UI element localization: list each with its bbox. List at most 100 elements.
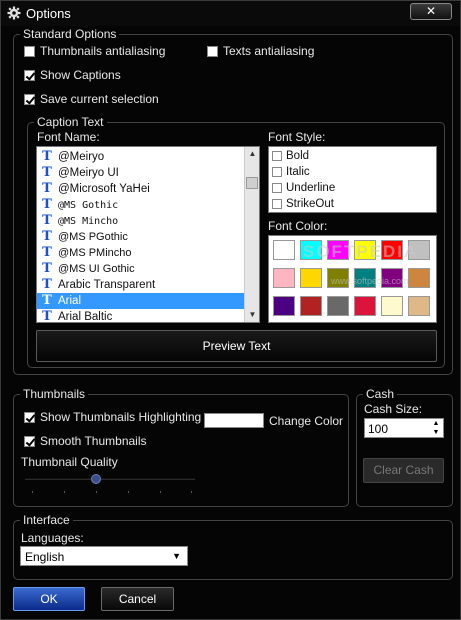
thumbnail-quality-track[interactable] [25, 478, 195, 480]
checkbox-box[interactable] [24, 69, 35, 81]
truetype-icon: T [42, 309, 52, 323]
show-captions-checkbox[interactable]: Show Captions [24, 68, 121, 82]
color-swatch[interactable] [273, 240, 295, 260]
slider-tick [160, 491, 161, 493]
list-item[interactable]: T @Microsoft YaHei [37, 181, 259, 197]
show-highlighting-checkbox[interactable]: Show Thumbnails Highlighting [24, 410, 201, 424]
font-style-list[interactable]: Bold Italic Underline StrikeOut [268, 146, 437, 213]
window-title: Options [26, 6, 71, 21]
list-item[interactable]: Underline [269, 180, 436, 196]
style-item-label: Bold [286, 150, 310, 162]
cash-size-spinner[interactable]: 100 ▲ ▼ [364, 418, 444, 438]
checkbox-box[interactable] [272, 151, 282, 161]
softpedia-watermark: SOFTPEDIA [303, 242, 419, 261]
list-item[interactable]: Italic [269, 164, 436, 180]
language-select[interactable]: English ▼ [20, 546, 188, 566]
font-item-label: @Meiryo UI [58, 167, 119, 179]
smooth-thumbnails-label: Smooth Thumbnails [40, 434, 147, 448]
list-item[interactable]: T @Meiryo UI [37, 165, 259, 181]
font-item-label: @MS Gothic [58, 199, 119, 211]
checkbox-box[interactable] [272, 183, 282, 193]
list-item[interactable]: T @MS UI Gothic [37, 261, 259, 277]
checkbox-box[interactable] [24, 411, 35, 423]
list-item[interactable]: StrikeOut [269, 196, 436, 212]
preview-text-button[interactable]: Preview Text [36, 330, 437, 362]
color-swatch[interactable] [300, 296, 322, 316]
checkbox-box[interactable] [272, 167, 282, 177]
thumbnails-antialiasing-checkbox[interactable]: Thumbnails antialiasing [24, 44, 165, 58]
checkbox-box[interactable] [272, 199, 282, 209]
checkbox-box[interactable] [24, 435, 35, 447]
font-style-label: Font Style: [268, 130, 326, 144]
slider-tick [191, 491, 192, 493]
slider-tick [128, 491, 129, 493]
color-swatch[interactable] [354, 296, 376, 316]
clear-cash-button[interactable]: Clear Cash [363, 458, 444, 483]
color-swatch[interactable] [408, 268, 430, 288]
texts-antialiasing-checkbox[interactable]: Texts antialiasing [207, 44, 314, 58]
thumbnail-quality-thumb[interactable] [91, 474, 101, 484]
font-item-label: @MS PMincho [58, 247, 132, 259]
list-item[interactable]: T @MS PMincho [37, 245, 259, 261]
close-button[interactable]: ✕ [410, 3, 452, 20]
checkbox-box[interactable] [24, 45, 35, 57]
highlight-color-swatch[interactable] [204, 413, 264, 428]
font-name-list[interactable]: T @Meiryo T @Meiryo UI T @Microsoft YaHei T… [36, 146, 260, 323]
list-item[interactable]: Bold [269, 148, 436, 164]
caption-text-title: Caption Text [34, 115, 107, 129]
style-item-label: Italic [286, 166, 310, 178]
show-captions-label: Show Captions [40, 68, 121, 82]
change-color-link[interactable]: Change Color [269, 414, 343, 428]
scroll-down-icon[interactable]: ▼ [245, 308, 259, 322]
truetype-icon: T [42, 245, 52, 260]
ok-button[interactable]: OK [13, 587, 85, 611]
color-swatch[interactable] [327, 296, 349, 316]
font-color-grid[interactable]: SOFTPEDIA www.softpedia.com [268, 235, 437, 323]
gear-icon [7, 6, 21, 20]
checkbox-box[interactable] [24, 93, 35, 105]
list-item[interactable]: T @MS PGothic [37, 229, 259, 245]
spin-up-icon[interactable]: ▲ [431, 420, 441, 428]
texts-antialiasing-label: Texts antialiasing [223, 44, 315, 58]
color-swatch[interactable] [273, 268, 295, 288]
list-item[interactable]: T @MS Mincho [37, 213, 259, 229]
cash-size-value[interactable]: 100 [368, 422, 388, 436]
font-list-scrollbar[interactable]: ▲ ▼ [244, 147, 259, 322]
smooth-thumbnails-checkbox[interactable]: Smooth Thumbnails [24, 434, 147, 448]
truetype-icon: T [42, 213, 52, 228]
scrollbar-thumb[interactable] [246, 177, 258, 189]
list-item[interactable]: T @MS Gothic [37, 197, 259, 213]
font-item-label: Arial Baltic [58, 311, 113, 323]
softpedia-watermark-url: www.softpedia.com [331, 276, 409, 286]
font-item-label: @MS Mincho [58, 215, 119, 227]
checkbox-box[interactable] [207, 45, 218, 57]
truetype-icon: T [42, 261, 52, 276]
color-swatch[interactable] [381, 296, 403, 316]
cancel-button[interactable]: Cancel [101, 587, 174, 611]
options-window: Options ✕ Standard Options Thumbnails an… [0, 0, 461, 620]
truetype-icon: T [42, 277, 52, 292]
title-bar: Options ✕ [1, 1, 460, 26]
color-swatch[interactable] [408, 296, 430, 316]
slider-tick [96, 491, 97, 493]
save-selection-label: Save current selection [40, 92, 159, 106]
slider-tick [64, 491, 65, 493]
truetype-icon: T [42, 165, 52, 180]
list-item-selected[interactable]: T Arial [37, 293, 259, 309]
chevron-down-icon[interactable]: ▼ [172, 551, 181, 561]
thumbnail-quality-label: Thumbnail Quality [21, 455, 118, 469]
color-swatch[interactable] [300, 268, 322, 288]
interface-title: Interface [20, 513, 73, 527]
cash-size-label: Cash Size: [364, 402, 423, 416]
list-item[interactable]: T Arabic Transparent [37, 277, 259, 293]
truetype-icon: T [42, 293, 52, 308]
list-item[interactable]: T Arial Baltic [37, 309, 259, 323]
color-swatch[interactable] [273, 296, 295, 316]
spin-down-icon[interactable]: ▼ [431, 429, 441, 437]
font-list-items: T @Meiryo T @Meiryo UI T @Microsoft YaHei T… [37, 147, 259, 323]
font-item-label: Arabic Transparent [58, 279, 156, 291]
save-selection-checkbox[interactable]: Save current selection [24, 92, 159, 106]
list-item[interactable]: T @Meiryo [37, 149, 259, 165]
scroll-up-icon[interactable]: ▲ [245, 147, 259, 161]
style-item-label: Underline [286, 182, 336, 194]
